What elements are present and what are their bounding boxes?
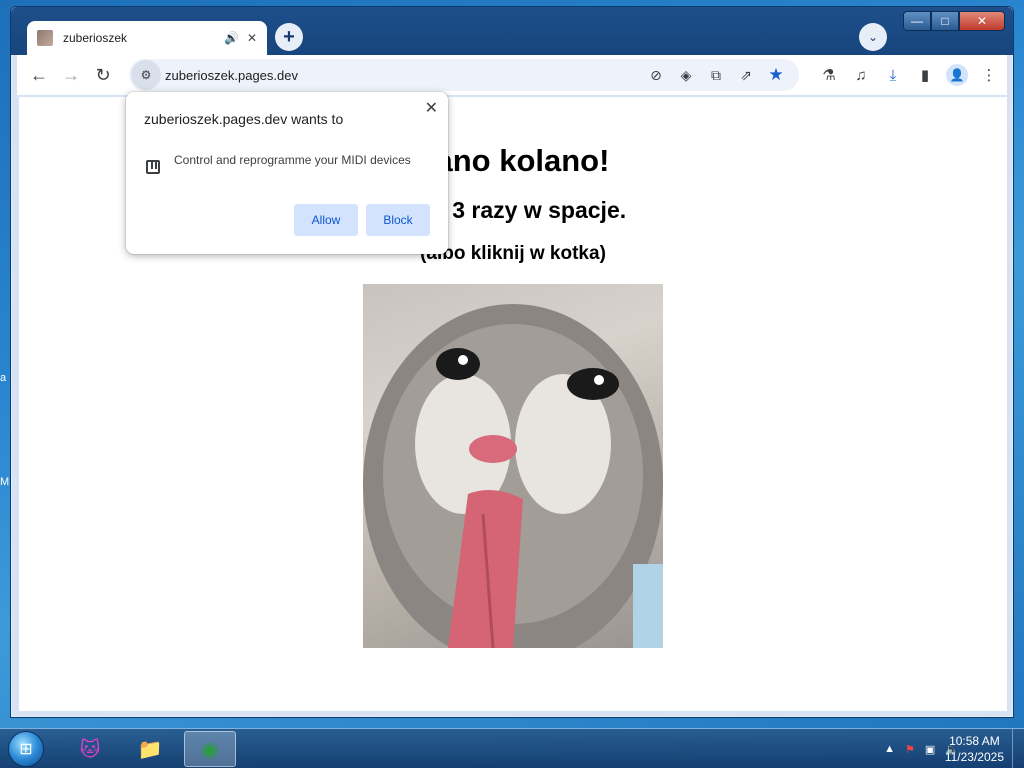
- desktop-edge-label: a: [0, 372, 7, 384]
- start-button[interactable]: ⊞: [8, 731, 44, 767]
- popup-close-icon[interactable]: ✕: [425, 98, 438, 118]
- reload-button[interactable]: ↻: [87, 59, 119, 91]
- taskbar-app-cat[interactable]: 🐱: [64, 731, 116, 767]
- labs-icon[interactable]: ⚗: [813, 66, 845, 84]
- media-control-icon[interactable]: ♫: [845, 67, 877, 84]
- taskbar-app-explorer[interactable]: 📁: [124, 731, 176, 767]
- allow-button[interactable]: Allow: [294, 204, 358, 236]
- toolbar-right: ⚗ ♫ ⤓ ▮ 👤 ⋮: [813, 59, 1005, 91]
- share-icon[interactable]: ⇗: [731, 67, 761, 84]
- maximize-button[interactable]: □: [931, 11, 959, 31]
- new-tab-button[interactable]: +: [275, 23, 303, 51]
- browser-tab[interactable]: zuberioszek 🔊 ✕: [27, 21, 267, 55]
- translate-icon[interactable]: ⧉: [701, 67, 731, 84]
- permission-description: Control and reprogramme your MIDI device…: [174, 153, 411, 167]
- title-bar: zuberioszek 🔊 ✕ + ⌄ — □ ✕: [11, 7, 1013, 55]
- lens-icon[interactable]: ◈: [671, 67, 701, 84]
- profile-avatar[interactable]: 👤: [946, 64, 968, 86]
- tab-close-icon[interactable]: ✕: [247, 31, 257, 45]
- show-desktop-button[interactable]: [1012, 729, 1024, 768]
- cat-image-drawing[interactable]: [363, 284, 663, 648]
- window-controls: — □ ✕: [903, 11, 1005, 31]
- clock-date: 11/23/2025: [944, 750, 1004, 764]
- bookmark-star-icon[interactable]: ★: [761, 65, 791, 85]
- forward-button[interactable]: →: [55, 59, 87, 91]
- side-panel-icon[interactable]: ▮: [909, 66, 941, 84]
- popup-title: zuberioszek.pages.dev wants to: [144, 111, 344, 127]
- desktop-edge-label: M: [0, 476, 10, 488]
- close-window-button[interactable]: ✕: [959, 11, 1005, 31]
- download-icon[interactable]: ⤓: [877, 67, 909, 84]
- cat-image[interactable]: [363, 284, 663, 648]
- menu-icon[interactable]: ⋮: [973, 66, 1005, 84]
- minimize-button[interactable]: —: [903, 11, 931, 31]
- network-icon[interactable]: ▣: [925, 743, 935, 756]
- tray-arrow-icon[interactable]: ▲: [884, 743, 895, 755]
- browser-toolbar: ← → ↻ ⚙ zuberioszek.pages.dev ⊘ ◈ ⧉ ⇗ ★ …: [17, 55, 1007, 95]
- midi-piano-icon: [146, 160, 160, 174]
- taskbar-app-chrome[interactable]: ◉: [184, 731, 236, 767]
- audio-icon[interactable]: 🔊: [224, 31, 239, 45]
- camera-blocked-icon[interactable]: ⊘: [641, 67, 671, 84]
- clock-time: 10:58 AM: [949, 734, 1000, 748]
- clock[interactable]: 10:58 AM 11/23/2025: [945, 733, 1004, 765]
- tab-favicon: [37, 30, 53, 46]
- tab-title: zuberioszek: [63, 31, 128, 45]
- action-center-flag-icon[interactable]: ⚑: [905, 743, 915, 756]
- tab-search-button[interactable]: ⌄: [859, 23, 887, 51]
- back-button[interactable]: ←: [23, 59, 55, 91]
- url-text[interactable]: zuberioszek.pages.dev: [165, 68, 298, 83]
- address-bar[interactable]: ⚙ zuberioszek.pages.dev ⊘ ◈ ⧉ ⇗ ★: [129, 59, 799, 91]
- site-info-icon[interactable]: ⚙: [131, 60, 161, 90]
- omnibox-icons: ⊘ ◈ ⧉ ⇗ ★: [641, 59, 791, 91]
- permission-popup: zuberioszek.pages.dev wants to ✕ Control…: [126, 92, 448, 254]
- block-button[interactable]: Block: [366, 204, 430, 236]
- taskbar: ⊞ 🐱 📁 ◉ ▲ ⚑ ▣ 🔈 10:58 AM 11/23/2025: [0, 728, 1024, 768]
